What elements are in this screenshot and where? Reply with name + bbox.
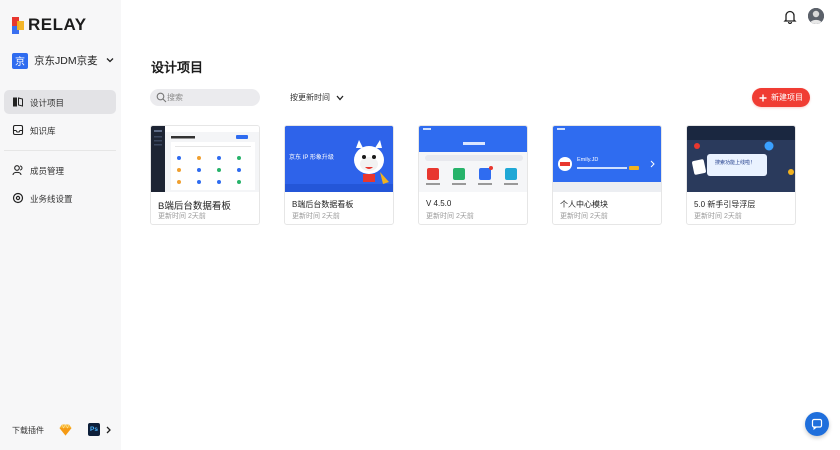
team-badge: 京 bbox=[12, 52, 28, 69]
plugin-download: 下载插件 Ps bbox=[12, 422, 114, 438]
search-input[interactable] bbox=[167, 91, 255, 104]
page-title: 设计项目 bbox=[151, 60, 204, 75]
project-thumbnail: 京东 IP 形象升级 bbox=[285, 126, 393, 192]
thumbnail-caption: Emily.JD bbox=[577, 157, 599, 163]
project-title: B端后台数据看板 bbox=[158, 201, 231, 212]
project-card[interactable]: 搜索功能上线啦！ 5.0 新手引导浮层 更新时间 2天前 bbox=[686, 125, 796, 225]
logo-text: RELAY bbox=[28, 15, 87, 34]
photoshop-icon[interactable]: Ps bbox=[88, 423, 100, 436]
project-updated: 更新时间 2天前 bbox=[694, 213, 742, 220]
sketch-icon[interactable] bbox=[59, 424, 72, 436]
thumbnail-caption: 搜索功能上线啦！ bbox=[715, 160, 756, 166]
relay-logo[interactable]: RELAY bbox=[12, 15, 87, 35]
avatar-image bbox=[808, 8, 824, 24]
project-title: 5.0 新手引导浮层 bbox=[694, 200, 756, 209]
project-card[interactable]: V 4.5.0 更新时间 2天前 bbox=[418, 125, 528, 225]
project-thumbnail bbox=[151, 126, 259, 192]
project-thumbnail: Emily.JD bbox=[553, 126, 661, 192]
project-title: B端后台数据看板 bbox=[292, 200, 354, 209]
project-card[interactable]: Emily.JD 个人中心模块 更新时间 2天前 bbox=[552, 125, 662, 225]
sidebar-divider bbox=[4, 150, 116, 151]
sidebar-item-business-settings[interactable]: 业务线设置 bbox=[4, 186, 116, 210]
sidebar: RELAY 京 京东JDM京麦 设计项目 知识库 成员管理 业务线设置 下载插件… bbox=[0, 0, 121, 450]
download-plugin-label: 下载插件 bbox=[12, 425, 44, 435]
plus-icon bbox=[759, 94, 767, 101]
project-thumbnail: 搜索功能上线啦！ bbox=[687, 126, 795, 192]
sidebar-item-knowledge-base[interactable]: 知识库 bbox=[4, 118, 116, 142]
project-updated: 更新时间 2天前 bbox=[158, 213, 206, 220]
sidebar-item-projects[interactable]: 设计项目 bbox=[4, 90, 116, 114]
chevron-down-icon bbox=[336, 95, 344, 100]
chevron-down-icon bbox=[106, 58, 114, 63]
avatar[interactable] bbox=[808, 8, 824, 24]
project-updated: 更新时间 2天前 bbox=[560, 213, 608, 220]
search-icon bbox=[156, 92, 167, 103]
sort-dropdown[interactable]: 按更新时间 bbox=[290, 92, 344, 103]
sidebar-item-label: 设计项目 bbox=[30, 98, 65, 108]
relay-logo-mark bbox=[12, 16, 24, 34]
project-updated: 更新时间 2天前 bbox=[292, 213, 340, 220]
sidebar-item-label: 成员管理 bbox=[30, 166, 65, 176]
bell-icon[interactable] bbox=[783, 9, 797, 24]
chevron-right-icon[interactable] bbox=[105, 426, 112, 434]
new-project-button[interactable]: 新建项目 bbox=[752, 88, 810, 107]
new-project-label: 新建项目 bbox=[771, 93, 803, 102]
members-icon bbox=[12, 165, 23, 176]
project-icon bbox=[13, 97, 23, 107]
search-box[interactable] bbox=[150, 89, 260, 106]
team-switcher[interactable]: 京 京东JDM京麦 bbox=[12, 52, 114, 69]
settings-icon bbox=[12, 192, 24, 204]
sidebar-item-label: 业务线设置 bbox=[30, 194, 73, 204]
sort-label: 按更新时间 bbox=[290, 93, 330, 102]
sidebar-item-label: 知识库 bbox=[30, 126, 56, 136]
team-name: 京东JDM京麦 bbox=[34, 55, 98, 67]
project-thumbnail bbox=[419, 126, 527, 192]
project-updated: 更新时间 2天前 bbox=[426, 213, 474, 220]
chat-support-button[interactable] bbox=[805, 412, 829, 436]
inbox-icon bbox=[12, 124, 24, 136]
project-title: 个人中心模块 bbox=[560, 200, 608, 209]
chat-icon bbox=[811, 418, 823, 430]
project-title: V 4.5.0 bbox=[426, 199, 452, 208]
thumbnail-caption: 京东 IP 形象升级 bbox=[289, 155, 334, 161]
project-card[interactable]: B端后台数据看板 更新时间 2天前 bbox=[150, 125, 260, 225]
sidebar-item-members[interactable]: 成员管理 bbox=[4, 158, 116, 182]
project-card[interactable]: 京东 IP 形象升级 B端后台数据看板 更新时间 2天前 bbox=[284, 125, 394, 225]
